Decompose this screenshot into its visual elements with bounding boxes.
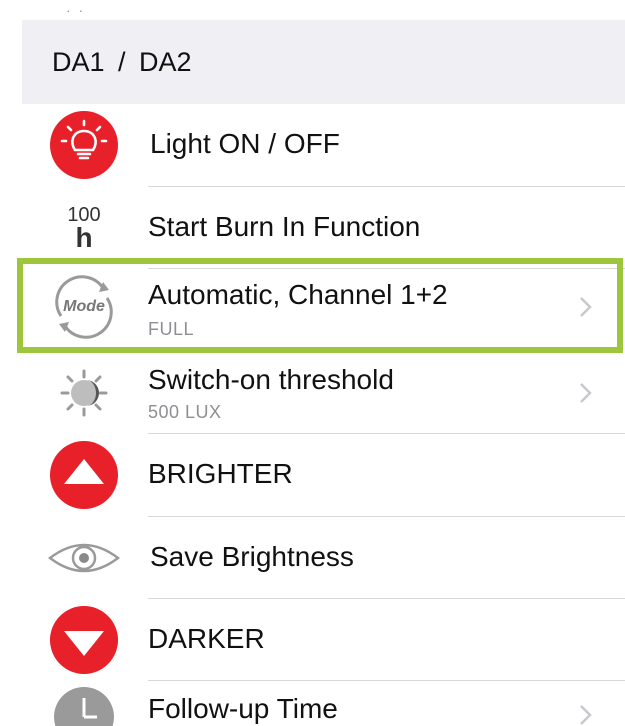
light-bulb-icon — [48, 109, 120, 181]
row-automatic-mode[interactable]: Mode Automatic, Channel 1+2 FULL — [0, 265, 625, 348]
arrow-down-icon — [48, 604, 120, 676]
section-header: DA1 / DA2 — [22, 20, 625, 104]
row-label: BRIGHTER — [148, 458, 293, 489]
row-value: FULL — [148, 319, 195, 339]
day-night-threshold-icon — [48, 357, 120, 429]
row-burn-in[interactable]: 100 h Start Burn In Function — [0, 187, 625, 269]
chevron-right-icon — [580, 383, 592, 403]
clock-icon — [48, 681, 120, 726]
row-darker[interactable]: DARKER — [0, 599, 625, 681]
mode-icon: Mode — [48, 271, 120, 343]
top-partial-text: · · — [66, 2, 86, 18]
row-label: Automatic, Channel 1+2 — [148, 279, 448, 310]
row-save-brightness[interactable]: Save Brightness — [0, 517, 625, 599]
row-value: 500 LUX — [148, 402, 222, 422]
row-label: Switch-on threshold — [148, 364, 394, 395]
chevron-right-icon — [580, 705, 592, 725]
row-brighter[interactable]: BRIGHTER — [0, 434, 625, 516]
chevron-right-icon — [580, 296, 592, 317]
row-label: Save Brightness — [150, 541, 354, 572]
row-label: Follow-up Time — [148, 693, 338, 724]
section-title: DA1 / DA2 — [52, 46, 192, 77]
row-label: Light ON / OFF — [150, 128, 340, 159]
row-label: DARKER — [148, 623, 265, 654]
row-follow-up-time[interactable]: Follow-up Time — [0, 681, 625, 726]
row-label: Start Burn In Function — [148, 211, 421, 242]
eye-icon — [48, 522, 120, 594]
mode-icon-text: Mode — [63, 297, 105, 315]
row-light-on-off[interactable]: Light ON / OFF — [0, 104, 625, 186]
burn-in-100h-icon: 100 h — [48, 192, 120, 264]
arrow-up-icon — [48, 439, 120, 511]
top-strip: · · — [0, 0, 625, 20]
row-switch-on-threshold[interactable]: Switch-on threshold 500 LUX — [0, 352, 625, 434]
burn-in-unit-text: h — [75, 222, 93, 253]
